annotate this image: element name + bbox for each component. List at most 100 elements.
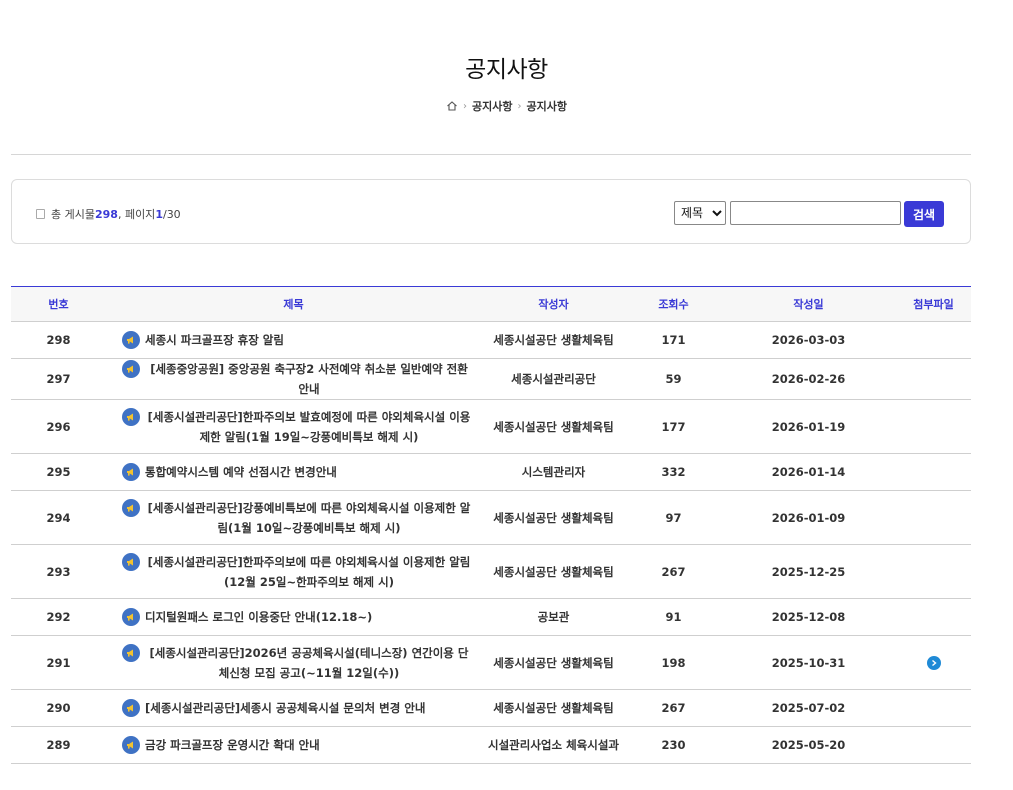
table-row[interactable]: 296 [세종시설관리공단]한파주의보 발효예정에 따른 야외체육시설 이용제한 … (11, 399, 971, 454)
row-author: 세종시설공단 생활체육팀 (481, 635, 626, 690)
megaphone-icon (122, 463, 140, 481)
table-row[interactable]: 291 [세종시설관리공단]2026년 공공체육시설(테니스장) 연간이용 단체신… (11, 635, 971, 690)
row-views: 230 (626, 726, 721, 764)
search-input[interactable] (730, 201, 901, 225)
row-views: 177 (626, 399, 721, 454)
megaphone-icon (122, 736, 140, 754)
row-author: 세종시설공단 생활체육팀 (481, 490, 626, 545)
table-row[interactable]: 290 [세종시설관리공단]세종시 공공체육시설 문의처 변경 안내 세종시설공단 … (11, 689, 971, 727)
row-title-cell: [세종시설관리공단]2026년 공공체육시설(테니스장) 연간이용 단체신청 모… (106, 635, 481, 690)
total-posts: 298 (94, 207, 118, 221)
megaphone-icon (122, 498, 140, 517)
row-number: 295 (11, 453, 106, 491)
row-title-cell: [세종시설관리공단]한파주의보 발효예정에 따른 야외체육시설 이용제한 알림(… (106, 399, 481, 454)
row-title-link[interactable]: 세종시 파크골프장 휴장 알림 (145, 330, 284, 350)
summary-mid: , 페이지 (117, 208, 156, 221)
row-title-cell: [세종시설관리공단]세종시 공공체육시설 문의처 변경 안내 (106, 689, 481, 727)
summary-prefix: 총 게시물 (51, 208, 95, 221)
row-number: 293 (11, 544, 106, 599)
row-number: 292 (11, 598, 106, 636)
row-number: 298 (11, 321, 106, 359)
notice-table: 번호 제목 작성자 조회수 작성일 첨부파일 298 세종시 파크골프장 휴장 알… (11, 286, 971, 764)
current-page: 1 (155, 207, 163, 221)
row-author: 세종시설관리공단 (481, 358, 626, 400)
search-field-select[interactable]: 제목 (674, 201, 726, 225)
page-title: 공지사항 (465, 57, 548, 83)
search-button[interactable]: 검색 (904, 201, 944, 227)
breadcrumb-separator: › (517, 100, 522, 112)
row-date: 2026-03-03 (721, 321, 896, 359)
column-header-author: 작성자 (481, 286, 626, 322)
row-title-link[interactable]: [세종중앙공원] 중앙공원 축구장2 사전예약 취소분 일반예약 전환 안내 (145, 359, 473, 399)
row-title-cell: 세종시 파크골프장 휴장 알림 (106, 321, 481, 359)
row-number: 289 (11, 726, 106, 764)
row-date: 2026-02-26 (721, 358, 896, 400)
row-attachment (896, 321, 971, 359)
row-title-cell: 디지털원패스 로그인 이용중단 안내(12.18~) (106, 598, 481, 636)
column-header-attachment: 첨부파일 (896, 286, 971, 322)
row-attachment (896, 635, 971, 690)
row-title-cell: 통합예약시스템 예약 선점시간 변경안내 (106, 453, 481, 491)
row-attachment (896, 358, 971, 400)
row-title-link[interactable]: [세종시설관리공단]2026년 공공체육시설(테니스장) 연간이용 단체신청 모… (145, 643, 473, 683)
row-author: 세종시설공단 생활체육팀 (481, 544, 626, 599)
row-title-link[interactable]: [세종시설관리공단]한파주의보에 따른 야외체육시설 이용제한 알림(12월 2… (145, 552, 473, 592)
row-author: 세종시설공단 생활체육팀 (481, 689, 626, 727)
row-title-link[interactable]: [세종시설관리공단]세종시 공공체육시설 문의처 변경 안내 (145, 698, 425, 718)
row-views: 91 (626, 598, 721, 636)
total-pages: 30 (166, 207, 181, 221)
row-title-cell: 금강 파크골프장 운영시간 확대 안내 (106, 726, 481, 764)
row-date: 2026-01-14 (721, 453, 896, 491)
row-title-link[interactable]: [세종시설관리공단]한파주의보 발효예정에 따른 야외체육시설 이용제한 알림(… (145, 407, 473, 447)
row-number: 296 (11, 399, 106, 454)
file-download-icon[interactable] (926, 655, 941, 670)
row-title-link[interactable]: 디지털원패스 로그인 이용중단 안내(12.18~) (145, 607, 372, 627)
row-title-link[interactable]: 금강 파크골프장 운영시간 확대 안내 (145, 735, 320, 755)
row-title-cell: [세종중앙공원] 중앙공원 축구장2 사전예약 취소분 일반예약 전환 안내 (106, 358, 481, 400)
table-row[interactable]: 297 [세종중앙공원] 중앙공원 축구장2 사전예약 취소분 일반예약 전환 안… (11, 358, 971, 400)
search-box: 총 게시물 298, 페이지 1 / 30 제목 검색 (11, 179, 971, 244)
home-icon[interactable] (446, 100, 458, 112)
megaphone-icon (122, 643, 140, 662)
row-attachment (896, 453, 971, 491)
megaphone-icon (122, 552, 140, 571)
breadcrumb-item-1[interactable]: 공지사항 (472, 98, 512, 114)
row-attachment (896, 490, 971, 545)
breadcrumb: › 공지사항 › 공지사항 (0, 98, 1013, 114)
row-number: 291 (11, 635, 106, 690)
table-row[interactable]: 292 디지털원패스 로그인 이용중단 안내(12.18~) 공보관 91 2025-1… (11, 598, 971, 636)
column-header-number: 번호 (11, 286, 106, 322)
table-row[interactable]: 293 [세종시설관리공단]한파주의보에 따른 야외체육시설 이용제한 알림(12… (11, 544, 971, 599)
row-author: 시스템관리자 (481, 453, 626, 491)
row-attachment (896, 726, 971, 764)
row-date: 2026-01-09 (721, 490, 896, 545)
column-header-title: 제목 (106, 286, 481, 322)
row-title-cell: [세종시설관리공단]한파주의보에 따른 야외체육시설 이용제한 알림(12월 2… (106, 544, 481, 599)
row-attachment (896, 544, 971, 599)
row-date: 2025-12-25 (721, 544, 896, 599)
row-date: 2025-07-02 (721, 689, 896, 727)
post-count-summary: 총 게시물 298, 페이지 1 / 30 (36, 206, 181, 222)
row-title-link[interactable]: 통합예약시스템 예약 선점시간 변경안내 (145, 462, 337, 482)
megaphone-icon (122, 407, 140, 426)
row-date: 2025-10-31 (721, 635, 896, 690)
row-date: 2025-12-08 (721, 598, 896, 636)
column-header-date: 작성일 (721, 286, 896, 322)
row-views: 97 (626, 490, 721, 545)
table-row[interactable]: 294 [세종시설관리공단]강풍예비특보에 따른 야외체육시설 이용제한 알림(1… (11, 490, 971, 545)
table-row[interactable]: 295 통합예약시스템 예약 선점시간 변경안내 시스템관리자 332 2026-01-… (11, 453, 971, 491)
row-views: 171 (626, 321, 721, 359)
column-header-views: 조회수 (626, 286, 721, 322)
document-icon (36, 209, 45, 219)
row-author: 세종시설공단 생활체육팀 (481, 399, 626, 454)
breadcrumb-item-2[interactable]: 공지사항 (527, 98, 567, 114)
row-views: 332 (626, 453, 721, 491)
table-row[interactable]: 298 세종시 파크골프장 휴장 알림 세종시설공단 생활체육팀 171 2026-03… (11, 321, 971, 359)
row-title-link[interactable]: [세종시설관리공단]강풍예비특보에 따른 야외체육시설 이용제한 알림(1월 1… (145, 498, 473, 538)
table-row[interactable]: 289 금강 파크골프장 운영시간 확대 안내 시설관리사업소 체육시설과 230 20… (11, 726, 971, 764)
megaphone-icon (122, 331, 140, 349)
row-attachment (896, 399, 971, 454)
row-date: 2025-05-20 (721, 726, 896, 764)
table-header-row: 번호 제목 작성자 조회수 작성일 첨부파일 (11, 286, 971, 322)
row-views: 198 (626, 635, 721, 690)
